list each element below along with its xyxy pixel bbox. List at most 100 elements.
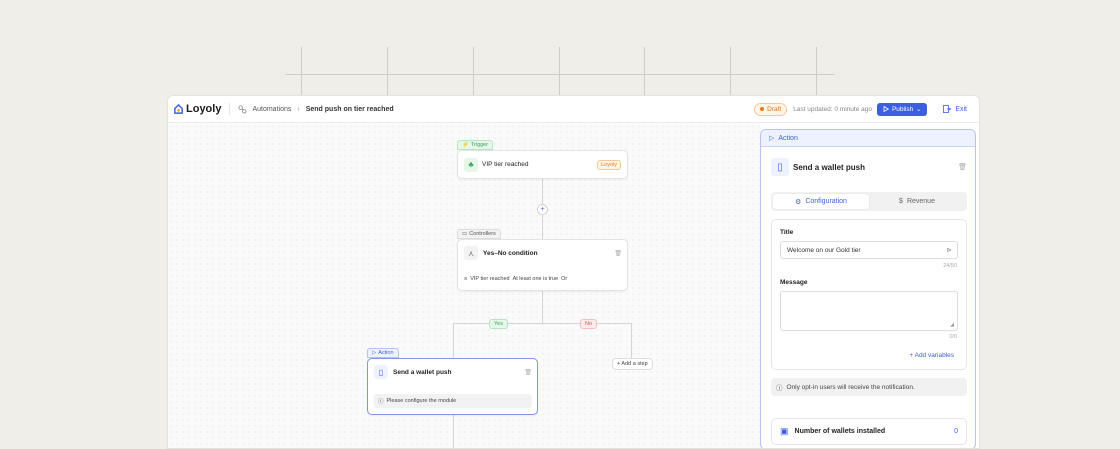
filter-icon: ≡ — [464, 276, 468, 282]
split-icon: ⋏ — [464, 246, 478, 260]
trigger-tag-label: Trigger — [470, 142, 489, 148]
status-text: Draft — [767, 105, 782, 113]
no-branch-label: No — [580, 319, 598, 329]
logo-text: Loyoly — [186, 103, 222, 115]
configuration-card: Title Welcome on our Gold tier ⊳ 24/50 M… — [771, 219, 967, 370]
sliders-icon: ⚙ — [795, 198, 802, 206]
decor-line — [473, 47, 474, 95]
warning-text: Please configure the module — [386, 398, 457, 404]
decor-line — [559, 47, 560, 95]
publish-button[interactable]: Publish ⌄ — [876, 102, 928, 116]
play-icon: ▷ — [769, 135, 775, 142]
title-value: Welcome on our Gold tier — [787, 246, 861, 254]
trash-icon[interactable]: 🗑 — [958, 163, 967, 171]
tab-revenue-label: Revenue — [906, 198, 935, 205]
wallet-icon: ▣ — [780, 426, 789, 436]
breadcrumb-root[interactable]: Automations — [252, 106, 291, 113]
exit-icon — [943, 105, 952, 113]
connector — [453, 415, 454, 448]
connector — [453, 323, 454, 358]
status-badge: Draft — [754, 102, 788, 116]
action-tag: ▷ Action — [367, 348, 399, 358]
info-icon: ⓘ — [378, 399, 384, 405]
decor-line — [816, 47, 817, 95]
info-icon: ⓘ — [776, 385, 783, 392]
status-dot-icon — [760, 107, 765, 111]
automation-icon — [238, 104, 247, 114]
exit-label: Exit — [955, 105, 967, 113]
title-label: Title — [780, 229, 794, 236]
resize-handle-icon[interactable]: ◢ — [950, 322, 954, 328]
title-counter: 24/50 — [943, 263, 957, 269]
variable-icon[interactable]: ⊳ — [947, 246, 952, 254]
workflow-canvas[interactable]: ⚡ Trigger ♣ VIP tier reached Loyoly + ▭ Co… — [168, 123, 760, 448]
action-settings-panel: ▷ Action ▯ Send a wallet push 🗑 ⚙ Configur… — [760, 129, 976, 448]
action-tag-label: Action — [378, 350, 394, 356]
phone-icon: ▯ — [374, 365, 388, 379]
app-window: Loyoly Automations › Send push on tier r… — [167, 95, 980, 449]
phone-icon: ▯ — [771, 158, 789, 176]
bolt-icon: ⚡ — [462, 142, 469, 148]
breadcrumb: Automations › Send push on tier reached — [238, 104, 394, 114]
trash-icon[interactable]: 🗑 — [614, 250, 622, 257]
top-bar: Loyoly Automations › Send push on tier r… — [168, 96, 979, 123]
panel-tabs: ⚙ Configuration $ Revenue — [771, 192, 967, 211]
add-step-button[interactable]: + Add a step — [612, 358, 653, 370]
connector — [631, 323, 632, 359]
configure-warning: ⓘ Please configure the module — [374, 394, 532, 408]
decor-line — [644, 47, 645, 95]
play-icon: ▷ — [372, 350, 377, 356]
wallets-count: 0 — [954, 428, 958, 435]
condition-title: Yes–No condition — [483, 249, 538, 257]
last-updated: Last updated: 0 minute ago — [793, 105, 872, 113]
panel-title: Send a wallet push — [793, 162, 866, 172]
dollar-icon: $ — [899, 198, 903, 205]
chevron-down-icon: ⌄ — [916, 106, 922, 113]
condition-node[interactable]: ⋏ Yes–No condition 🗑 ≡ VIP tier reached … — [457, 239, 628, 291]
panel-header: ▷ Action — [761, 130, 975, 147]
tab-configuration[interactable]: ⚙ Configuration — [773, 194, 869, 209]
decor-line — [301, 47, 302, 95]
wallets-card: ▣ Number of wallets installed 0 — [771, 418, 967, 445]
controllers-tag: ▭ Controllers — [457, 229, 501, 239]
condition-operator: At least one is true — [512, 276, 559, 282]
trigger-title: VIP tier reached — [482, 161, 529, 168]
title-input[interactable]: Welcome on our Gold tier ⊳ — [780, 241, 958, 259]
decor-line — [285, 74, 835, 75]
wallets-label: Number of wallets installed — [794, 428, 886, 435]
message-counter: 0/0 — [949, 334, 957, 340]
plus-icon: + — [540, 206, 545, 213]
controllers-tag-label: Controllers — [469, 231, 496, 237]
notice-text: Only opt-in users will receive the notif… — [786, 383, 915, 391]
connector — [453, 323, 632, 324]
trigger-node[interactable]: ♣ VIP tier reached Loyoly — [457, 150, 628, 179]
decor-line — [387, 47, 388, 95]
trash-icon[interactable]: 🗑 — [524, 369, 532, 376]
yes-branch-label: Yes — [489, 319, 508, 329]
connector — [542, 291, 543, 323]
publish-label: Publish — [891, 105, 914, 113]
tree-icon: ♣ — [464, 157, 478, 172]
condition-logic: Or — [561, 276, 568, 282]
play-icon — [883, 106, 889, 112]
add-variables-link[interactable]: + Add variables — [909, 352, 954, 359]
add-step-between-button[interactable]: + — [537, 204, 548, 215]
panel-header-label: Action — [778, 134, 798, 142]
trigger-tag: ⚡ Trigger — [457, 140, 494, 150]
tab-revenue[interactable]: $ Revenue — [869, 194, 965, 209]
condition-field: VIP tier reached — [470, 276, 510, 282]
message-textarea[interactable]: ◢ — [780, 291, 958, 331]
loyoly-logo-icon — [174, 103, 183, 114]
action-node[interactable]: ▯ Send a wallet push 🗑 ⓘ Please configure… — [367, 358, 538, 415]
action-title: Send a wallet push — [393, 368, 452, 376]
folder-icon: ▭ — [462, 231, 468, 237]
tab-configuration-label: Configuration — [805, 198, 847, 205]
breadcrumb-current: Send push on tier reached — [305, 105, 394, 113]
chevron-right-icon: › — [297, 105, 300, 113]
decor-line — [730, 47, 731, 95]
message-label: Message — [780, 279, 808, 286]
logo[interactable]: Loyoly — [173, 103, 221, 115]
exit-button[interactable]: Exit — [943, 105, 967, 113]
divider — [229, 103, 231, 115]
opt-in-notice: ⓘ Only opt-in users will receive the noti… — [771, 378, 967, 396]
